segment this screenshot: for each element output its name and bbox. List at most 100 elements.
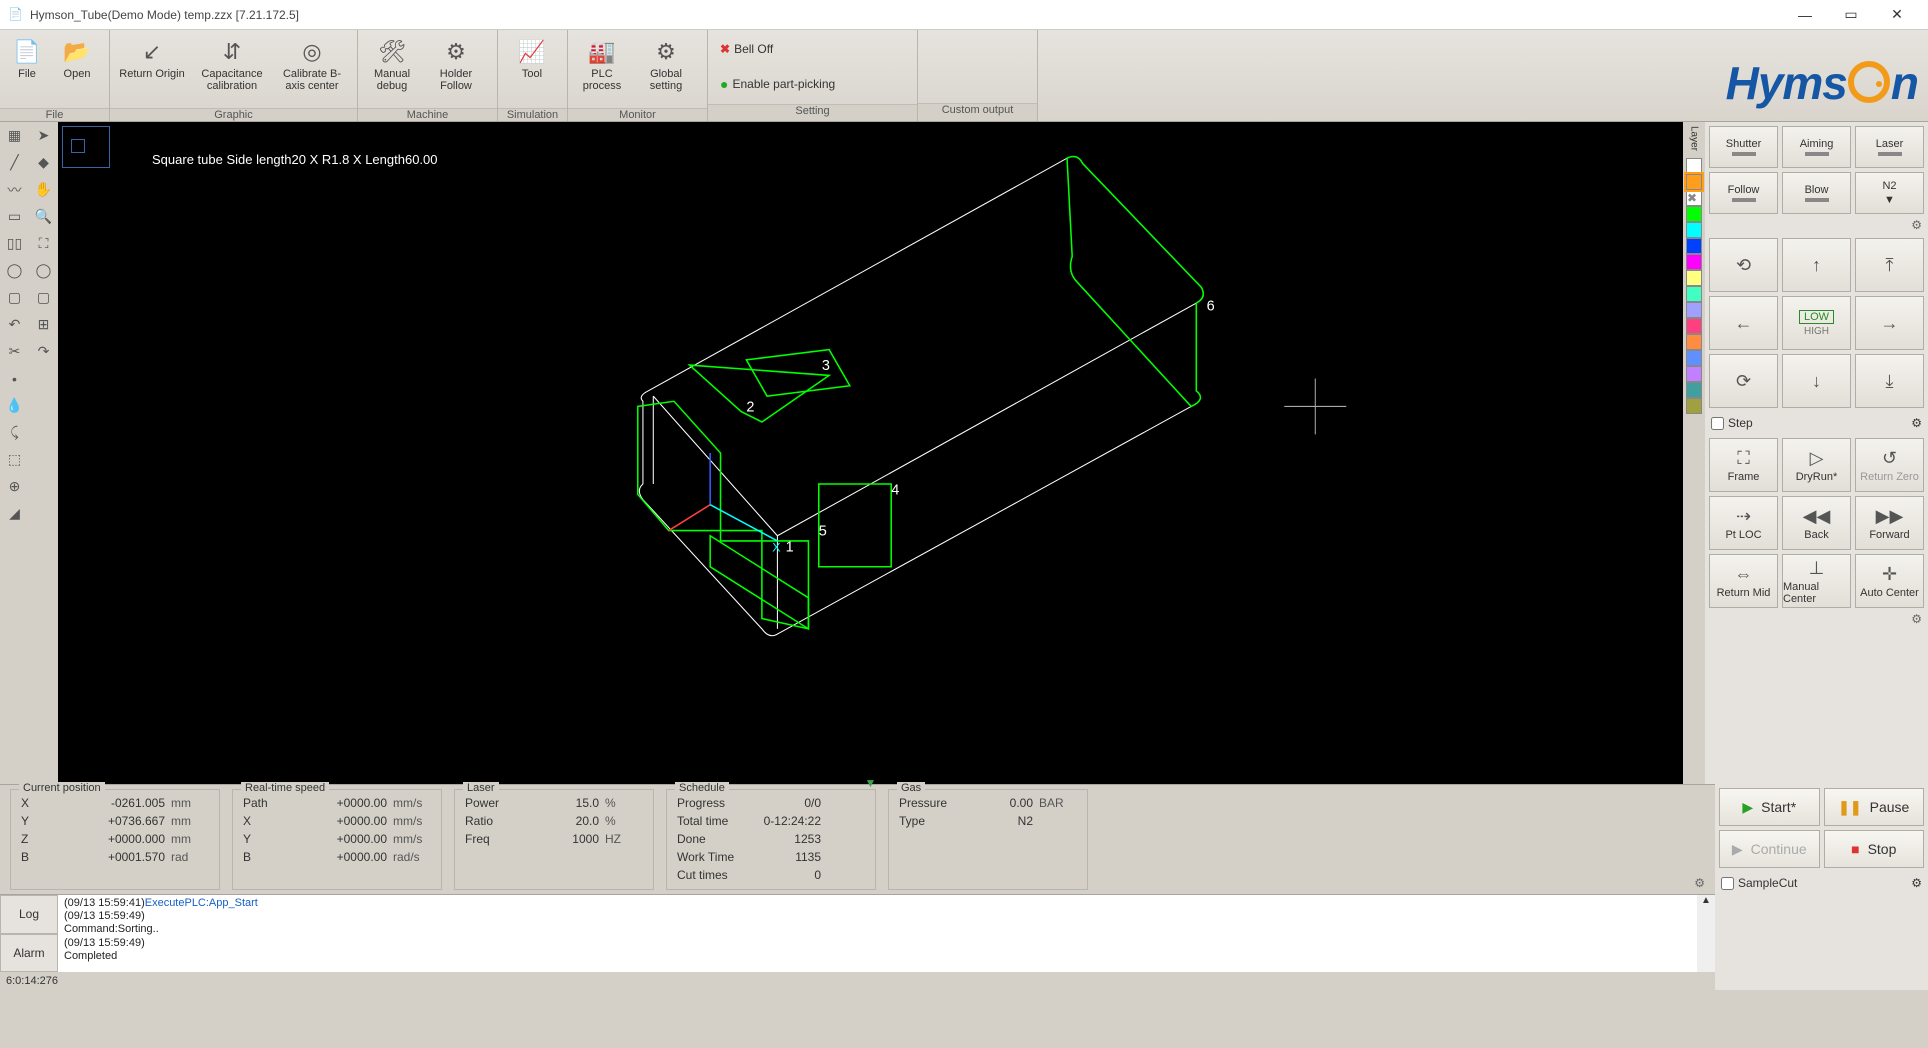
spline-tool[interactable]: 〰 <box>0 176 29 203</box>
gas-select-button[interactable]: N2▼ <box>1855 172 1924 214</box>
alarm-tab[interactable]: Alarm <box>0 934 58 973</box>
arc-tool[interactable]: ⤹ <box>0 419 29 446</box>
ribbon-group-label: Machine <box>358 108 497 121</box>
part-picking-toggle[interactable]: ●Enable part-picking <box>710 68 845 100</box>
gear-icon[interactable]: ⚙ <box>1911 218 1922 234</box>
tool-button[interactable]: 📈Tool <box>500 34 564 104</box>
open-button[interactable]: 📂Open <box>52 34 102 104</box>
layer-swatch[interactable] <box>1686 254 1702 270</box>
layer-swatch[interactable] <box>1686 350 1702 366</box>
layer-swatch[interactable] <box>1686 206 1702 222</box>
regen-tool[interactable]: ▢ <box>0 284 29 311</box>
point-tool[interactable]: • <box>0 365 29 392</box>
thumbnail[interactable] <box>62 126 110 168</box>
jog-ccw-button[interactable]: ⟲ <box>1709 238 1778 292</box>
layer-swatch[interactable] <box>1686 334 1702 350</box>
file-button[interactable]: 📄File <box>2 34 52 104</box>
redo-tool[interactable]: ↷ <box>29 338 58 365</box>
close-button[interactable]: ✕ <box>1874 0 1920 30</box>
gear-icon[interactable]: ⚙ <box>1911 416 1922 430</box>
speed-toggle-button[interactable]: LOWHIGH <box>1782 296 1851 350</box>
cap-calibration-button[interactable]: ⇵Capacitance calibration <box>192 34 272 104</box>
line-tool[interactable]: ╱ <box>0 149 29 176</box>
layer-swatch[interactable] <box>1686 318 1702 334</box>
auto-center-button[interactable]: ✛Auto Center <box>1855 554 1924 608</box>
jog-zdown-button[interactable]: ⤓ <box>1855 354 1924 408</box>
minimize-button[interactable]: — <box>1782 0 1828 30</box>
pause-button[interactable]: ❚❚Pause <box>1824 788 1925 826</box>
scrollbar[interactable]: ▲ <box>1697 895 1715 972</box>
gear-icon[interactable]: ⚙ <box>1911 612 1922 628</box>
back-button[interactable]: ◀◀Back <box>1782 496 1851 550</box>
square-tool[interactable]: ▢ <box>29 284 58 311</box>
frame-button[interactable]: ⛶Frame <box>1709 438 1778 492</box>
slider-marker[interactable]: ▼ <box>865 776 877 790</box>
layer-swatch[interactable]: ✖ <box>1686 190 1702 206</box>
bell-off-toggle[interactable]: ✖Bell Off <box>710 34 783 64</box>
drop-tool[interactable]: 💧 <box>0 392 29 419</box>
fit-tool[interactable]: ⛶ <box>29 230 58 257</box>
select-tool[interactable]: ⬚ <box>0 446 29 473</box>
return-zero-button[interactable]: ↺Return Zero <box>1855 438 1924 492</box>
layer-swatch[interactable] <box>1686 398 1702 414</box>
blow-button[interactable]: Blow <box>1782 172 1851 214</box>
maximize-button[interactable]: ▭ <box>1828 0 1874 30</box>
jog-down-button[interactable]: ↓ <box>1782 354 1851 408</box>
layer-swatch[interactable] <box>1686 222 1702 238</box>
angle-tool[interactable]: ◢ <box>0 500 29 527</box>
mirror-tool[interactable]: ▯▯ <box>0 230 29 257</box>
laser-button[interactable]: Laser <box>1855 126 1924 168</box>
dryrun-button[interactable]: ▷DryRun* <box>1782 438 1851 492</box>
status-row: Progress0/0 <box>677 794 865 812</box>
undo-tool[interactable]: ↶ <box>0 311 29 338</box>
center-tool[interactable]: ⊕ <box>0 473 29 500</box>
plc-process-button[interactable]: 🏭PLC process <box>570 34 634 104</box>
zoom-tool[interactable]: 🔍 <box>29 203 58 230</box>
manual-debug-button[interactable]: 🛠Manual debug <box>360 34 424 104</box>
realtime-speed-box: Real-time speed Path+0000.00mm/sX+0000.0… <box>232 789 442 890</box>
layer-swatch[interactable] <box>1686 286 1702 302</box>
shutter-button[interactable]: Shutter <box>1709 126 1778 168</box>
jog-zup-button[interactable]: ⤒ <box>1855 238 1924 292</box>
holder-follow-button[interactable]: ⚙Holder Follow <box>424 34 488 104</box>
layer-swatch[interactable] <box>1686 382 1702 398</box>
samplecut-checkbox[interactable] <box>1721 877 1734 890</box>
jog-up-button[interactable]: ↑ <box>1782 238 1851 292</box>
rect-tool[interactable]: ▭ <box>0 203 29 230</box>
step-checkbox[interactable] <box>1711 417 1724 430</box>
ellipse-tool[interactable]: ◯ <box>29 257 58 284</box>
jog-right-button[interactable]: → <box>1855 296 1924 350</box>
jog-left-button[interactable]: ← <box>1709 296 1778 350</box>
forward-button[interactable]: ▶▶Forward <box>1855 496 1924 550</box>
layer-swatch[interactable] <box>1686 158 1702 174</box>
gear-icon[interactable]: ⚙ <box>1911 876 1922 890</box>
jog-cw-button[interactable]: ⟳ <box>1709 354 1778 408</box>
stop-button[interactable]: ■Stop <box>1824 830 1925 868</box>
cut-tool[interactable]: ✂ <box>0 338 29 365</box>
aiming-button[interactable]: Aiming <box>1782 126 1851 168</box>
layer-swatch[interactable] <box>1686 270 1702 286</box>
circle-tool[interactable]: ◯ <box>0 257 29 284</box>
pan-tool[interactable]: ✋ <box>29 176 58 203</box>
viewport[interactable]: Square tube Side length20 X R1.8 X Lengt… <box>58 122 1683 784</box>
start-button[interactable]: ▶Start* <box>1719 788 1820 826</box>
node-tool[interactable]: ◆ <box>29 149 58 176</box>
layer-swatch[interactable] <box>1686 366 1702 382</box>
log-tab[interactable]: Log <box>0 895 58 934</box>
pointer-tool[interactable]: ➤ <box>29 122 58 149</box>
grid-tool[interactable]: ▦ <box>0 122 29 149</box>
follow-button[interactable]: Follow <box>1709 172 1778 214</box>
layer-swatch[interactable]: ✔ <box>1686 174 1702 190</box>
return-mid-button[interactable]: ⇔Return Mid <box>1709 554 1778 608</box>
calibrate-b-button[interactable]: ◎Calibrate B-axis center <box>272 34 352 104</box>
layer-swatch[interactable] <box>1686 238 1702 254</box>
gear-icon[interactable]: ⚙ <box>1694 876 1705 890</box>
array-tool[interactable]: ⊞ <box>29 311 58 338</box>
layer-swatch[interactable] <box>1686 302 1702 318</box>
pt-loc-button[interactable]: ⇢Pt LOC <box>1709 496 1778 550</box>
continue-button[interactable]: ▶Continue <box>1719 830 1820 868</box>
return-origin-button[interactable]: ↙Return Origin <box>112 34 192 104</box>
log-content[interactable]: (09/13 15:59:41)ExecutePLC:App_Start(09/… <box>58 895 1697 972</box>
global-setting-button[interactable]: ⚙Global setting <box>634 34 698 104</box>
manual-center-button[interactable]: ⊥Manual Center <box>1782 554 1851 608</box>
